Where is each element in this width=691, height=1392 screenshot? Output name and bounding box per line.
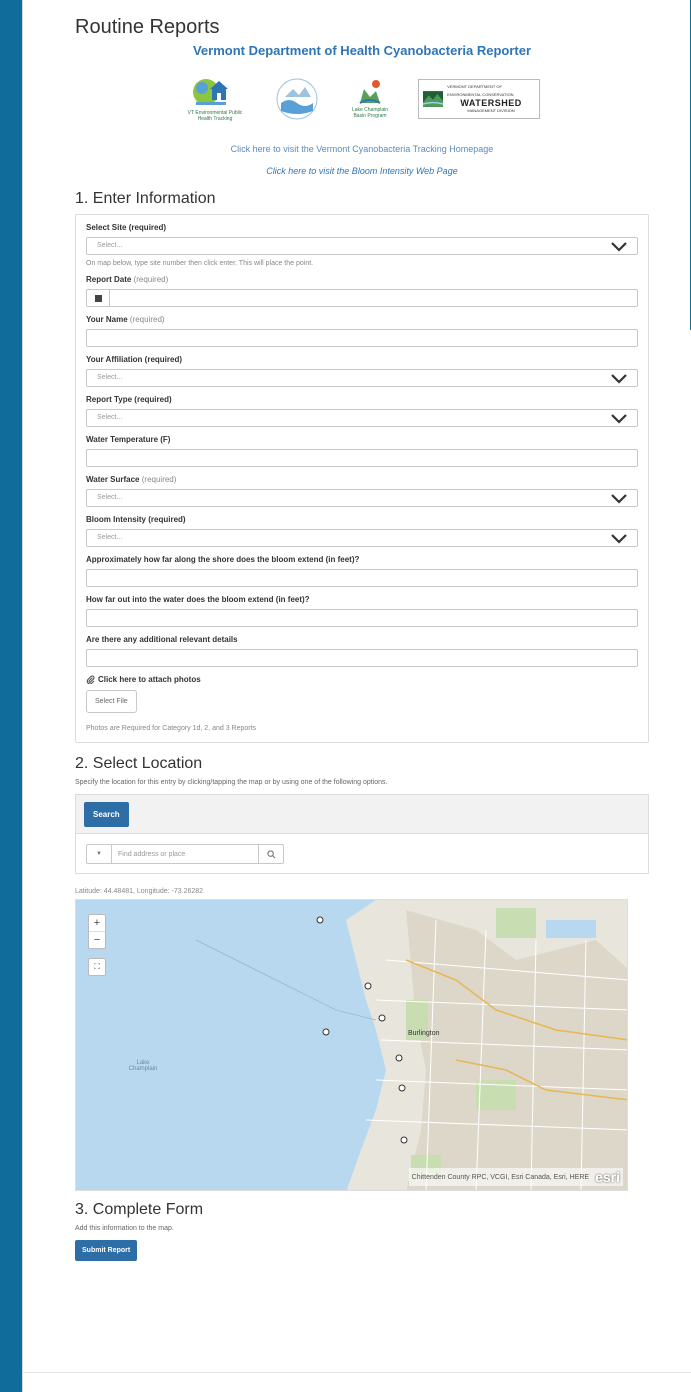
zoom-in-button[interactable]: + xyxy=(89,915,105,932)
report-date-label: Report Date (required) xyxy=(86,275,638,287)
search-tab-button[interactable]: Search xyxy=(84,801,129,827)
lake-champlain-basin-logo: Lake Champlain Basin Program xyxy=(348,79,392,119)
app-title: Vermont Department of Health Cyanobacter… xyxy=(192,43,532,58)
tracking-logo-caption: VT Environmental Public Health Tracking xyxy=(187,110,243,122)
select-file-button[interactable]: Select File xyxy=(86,690,137,713)
chevron-down-icon xyxy=(611,534,627,544)
your-name-input[interactable] xyxy=(86,329,638,347)
affiliation-label: Your Affiliation (required) xyxy=(86,355,182,364)
watershed-logo-text: VERMONT DEPARTMENT OF ENVIRONMENTAL CONS… xyxy=(447,83,535,115)
report-date-input[interactable] xyxy=(86,289,638,307)
your-name-label: Your Name (required) xyxy=(86,315,638,327)
water-surface-label: Water Surface (required) xyxy=(86,475,638,487)
watershed-division-logo: VERMONT DEPARTMENT OF ENVIRONMENTAL CONS… xyxy=(418,79,540,119)
attribution-text: Chittenden County RPC, VCGI, Esri Canada… xyxy=(411,1173,590,1181)
section-enter-information-title: 1. Enter Information xyxy=(75,190,216,207)
esri-logo: esri xyxy=(595,1169,620,1185)
water-surface-placeholder: Select... xyxy=(97,494,123,501)
watershed-logo-title: WATERSHED xyxy=(460,98,522,108)
search-widget: ▼ Find address or place xyxy=(86,844,284,864)
bloom-intensity-placeholder: Select... xyxy=(97,534,123,541)
lake-champlain-committee-logo xyxy=(272,77,322,121)
basin-logo-caption: Lake Champlain Basin Program xyxy=(351,107,389,119)
map-label-lake: Lake Champlain xyxy=(128,1060,158,1072)
search-source-dropdown[interactable]: ▼ xyxy=(87,845,112,863)
photos-required-note: Photos are Required for Category 1d, 2, … xyxy=(86,725,257,732)
map-zoom-control: + − xyxy=(88,914,106,949)
bloom-intensity-label: Bloom Intensity (required) xyxy=(86,515,186,524)
page-content: Routine Reports Vermont Department of He… xyxy=(75,14,649,1261)
attach-photos-label: Click here to attach photos xyxy=(98,675,201,684)
report-type-dropdown[interactable]: Select... xyxy=(86,409,638,427)
chevron-down-icon xyxy=(611,414,627,424)
full-extent-button[interactable]: ⛶ xyxy=(88,958,106,976)
search-icon[interactable] xyxy=(259,845,283,863)
water-temperature-input[interactable] xyxy=(86,449,638,467)
report-type-label: Report Type (required) xyxy=(86,395,172,404)
your-name-required: (required) xyxy=(129,315,165,324)
water-extent-input[interactable] xyxy=(86,609,638,627)
vt-health-tracking-logo: VT Environmental Public Health Tracking xyxy=(184,76,246,122)
chevron-down-icon xyxy=(611,242,627,252)
chevron-down-icon xyxy=(611,494,627,504)
bloom-intensity-dropdown[interactable]: Select... xyxy=(86,529,638,547)
select-site-dropdown[interactable]: Select... xyxy=(86,237,638,255)
affiliation-placeholder: Select... xyxy=(97,374,123,381)
shore-extent-label: Approximately how far along the shore do… xyxy=(86,555,360,564)
report-date-required: (required) xyxy=(133,275,169,284)
enter-information-panel: Select Site (required) Select... On map … xyxy=(75,214,649,743)
select-site-placeholder: Select... xyxy=(97,242,123,249)
chevron-down-icon xyxy=(611,374,627,384)
shore-extent-input[interactable] xyxy=(86,569,638,587)
tracking-homepage-link[interactable]: Click here to visit the Vermont Cyanobac… xyxy=(75,144,649,154)
blue-background-left xyxy=(0,330,22,1392)
select-location-instructions: Specify the location for this entry by c… xyxy=(75,779,388,786)
report-date-label-text: Report Date xyxy=(86,275,132,284)
zoom-out-button[interactable]: − xyxy=(89,932,105,948)
calendar-icon[interactable] xyxy=(87,290,110,306)
location-search-panel: Search ▼ Find address or place xyxy=(75,794,649,874)
map-basemap xyxy=(76,900,627,1190)
your-name-label-text: Your Name xyxy=(86,315,128,324)
water-surface-label-text: Water Surface xyxy=(86,475,140,484)
map-attribution: Chittenden County RPC, VCGI, Esri Canada… xyxy=(408,1168,623,1186)
search-tab-bar: Search xyxy=(76,795,648,834)
bloom-intensity-link[interactable]: Click here to visit the Bloom Intensity … xyxy=(75,166,649,176)
water-extent-label: How far out into the water does the bloo… xyxy=(86,595,310,604)
coordinates-readout: Latitude: 44.48481, Longitude: -73.26282 xyxy=(75,888,204,895)
submit-report-button[interactable]: Submit Report xyxy=(75,1240,138,1261)
select-site-label: Select Site (required) xyxy=(86,223,167,232)
search-row: ▼ Find address or place xyxy=(76,834,648,874)
paperclip-icon xyxy=(86,675,95,684)
water-surface-dropdown[interactable]: Select... xyxy=(86,489,638,507)
water-surface-required: (required) xyxy=(141,475,177,484)
footer-divider xyxy=(23,1372,691,1373)
section-complete-form-title: 3. Complete Form xyxy=(75,1201,204,1218)
water-temperature-label: Water Temperature (F) xyxy=(86,435,171,444)
watershed-logo-bottom: MANAGEMENT DIVISION xyxy=(467,108,515,113)
page-title: Routine Reports xyxy=(75,16,220,38)
details-label: Are there any additional relevant detail… xyxy=(86,635,238,644)
complete-form-instructions: Add this information to the map. xyxy=(75,1225,174,1232)
partner-logos: VT Environmental Public Health Tracking … xyxy=(75,68,649,130)
select-site-hint: On map below, type site number then clic… xyxy=(86,260,314,267)
watershed-logo-top: VERMONT DEPARTMENT OF ENVIRONMENTAL CONS… xyxy=(447,84,514,97)
report-page: Routine Reports Vermont Department of He… xyxy=(22,0,691,1392)
attach-photos-link[interactable]: Click here to attach photos xyxy=(86,675,638,684)
section-select-location-title: 2. Select Location xyxy=(75,755,203,772)
location-map[interactable]: Burlington Lake Champlain + − ⛶ Chittend… xyxy=(75,899,628,1191)
details-input[interactable] xyxy=(86,649,638,667)
affiliation-dropdown[interactable]: Select... xyxy=(86,369,638,387)
search-input[interactable]: Find address or place xyxy=(112,845,259,863)
map-label-burlington: Burlington xyxy=(408,1030,440,1037)
report-type-placeholder: Select... xyxy=(97,414,123,421)
